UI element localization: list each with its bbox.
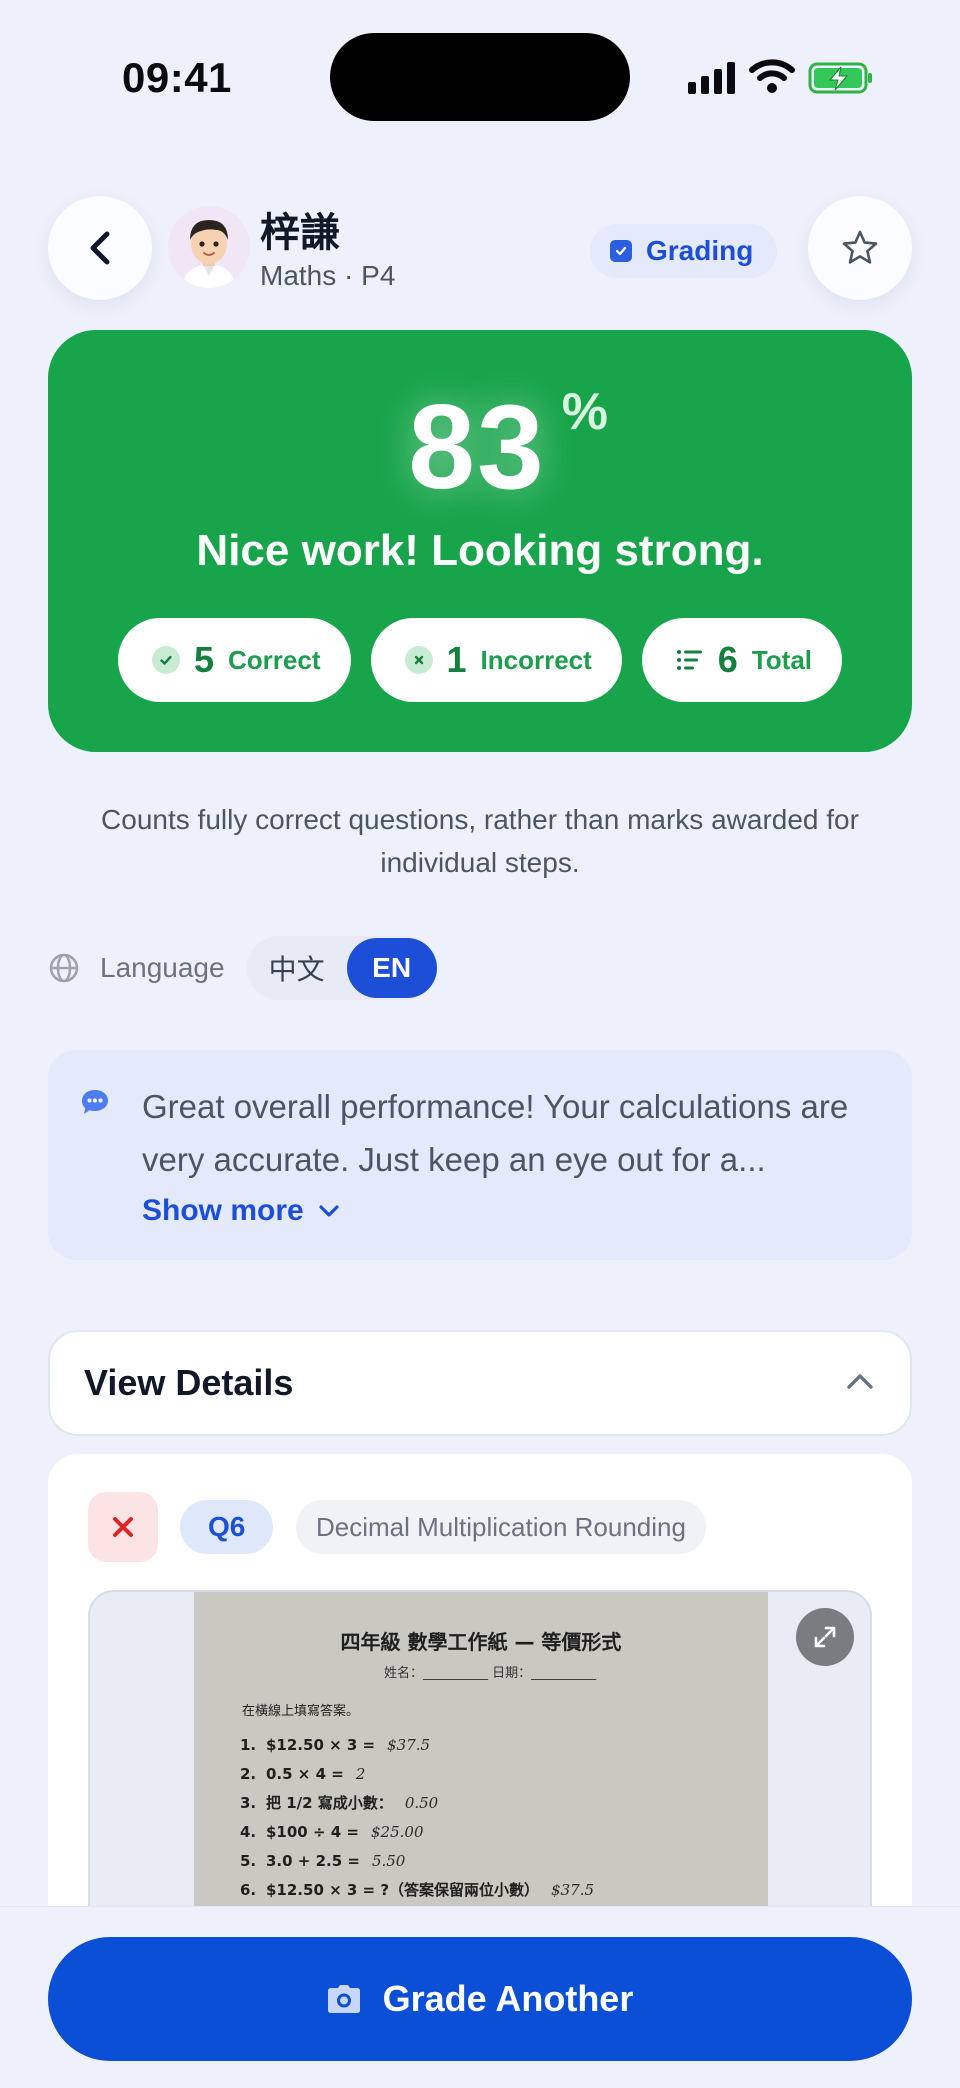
x-circle-icon [404,646,433,674]
view-details-toggle[interactable]: View Details [48,1330,912,1436]
dynamic-island [330,33,630,121]
worksheet-title: 四年級 數學工作紙 — 等價形式 [340,1630,622,1654]
total-pill: 6 Total [641,618,843,702]
student-subtitle: Maths · P4 [260,260,395,292]
language-row: Language 中文 EN [48,936,437,1000]
score-percent: 83 [408,380,546,514]
wifi-icon [749,59,795,93]
expand-icon [814,1626,836,1648]
item-question: 3.0 + 2.5 = [266,1851,360,1870]
expand-image-button[interactable] [796,1608,854,1666]
item-number: 6. [240,1880,257,1899]
feedback-card: Great overall performance! Your calculat… [48,1050,912,1260]
item-answer: $37.5 [551,1880,595,1899]
subject-label: Maths [260,260,337,291]
item-answer: 0.50 [404,1793,439,1812]
incorrect-count: 1 [446,639,467,680]
grading-label: Grading [646,235,754,266]
item-number: 1. [240,1735,257,1754]
percent-sign: % [561,383,610,441]
item-number: 4. [240,1822,257,1841]
score-card: 83% Nice work! Looking strong. 5 Correct… [48,330,912,752]
item-number: 3. [240,1793,257,1812]
view-details-title: View Details [84,1362,294,1403]
worksheet-item: 1. $12.50 × 3 = $37.5 [240,1730,760,1759]
item-question: $100 ÷ 4 = [266,1822,359,1841]
incorrect-label: Incorrect [480,644,592,675]
worksheet-item: 6. $12.50 × 3 = ?（答案保留兩位小數） $37.5 [240,1875,760,1904]
score-summary-pills: 5 Correct 1 Incorrect 6 Total [48,618,912,702]
status-bar: 09:41 [0,0,960,150]
student-name: 梓謙 [260,211,340,255]
subtitle-separator: · [344,260,354,291]
close-icon [113,1517,133,1537]
cellular-signal-icon [688,60,735,94]
grade-label: P4 [361,260,396,291]
language-option-zh[interactable]: 中文 [247,938,347,998]
item-number: 5. [240,1851,257,1870]
worksheet-instruction: 在橫線上填寫答案。 [242,1704,360,1719]
item-question: 0.5 × 4 = [266,1764,344,1783]
chevron-up-icon [847,1374,873,1389]
incorrect-pill: 1 Incorrect [370,618,622,702]
total-count: 6 [717,639,738,680]
question-number-badge: Q6 [180,1500,274,1554]
language-toggle: 中文 EN [246,936,437,1000]
worksheet-items: 1. $12.50 × 3 = $37.5 2. 0.5 × 4 = 2 3. 把 1/2… [240,1730,760,1904]
bottom-action-bar: Grade Another [0,1906,960,2088]
worksheet-name-line: 姓名：__________ 日期：__________ [384,1666,597,1681]
scoring-note: Counts fully correct questions, rather t… [101,804,859,878]
grading-status-badge: Grading [590,224,778,278]
show-more-label: Show more [142,1194,304,1227]
total-label: Total [751,644,813,675]
grade-another-label: Grade Another [382,1978,634,2019]
worksheet-item: 4. $100 ÷ 4 = $25.00 [240,1817,760,1846]
show-more-button[interactable]: Show more [142,1194,340,1228]
check-circle-icon [151,646,180,674]
item-question: $12.50 × 3 = [266,1735,376,1754]
header: 梓謙 Maths · P4 Grading [48,196,912,302]
language-label: Language [100,952,225,983]
worksheet-item: 3. 把 1/2 寫成小數： 0.50 [240,1788,760,1817]
feedback-text: Great overall performance! Your calculat… [142,1088,849,1178]
grade-another-button[interactable]: Grade Another [48,1937,912,2061]
status-time: 09:41 [122,54,232,101]
star-icon [842,230,878,264]
battery-charging-icon [808,62,872,94]
incorrect-badge [88,1492,158,1562]
worksheet-item: 2. 0.5 × 4 = 2 [240,1759,760,1788]
item-answer: 5.50 [371,1851,406,1870]
score-message: Nice work! Looking strong. [196,526,764,575]
chevron-down-icon [319,1205,339,1217]
score-display: 83% [48,378,912,516]
item-question: $12.50 × 3 = ?（答案保留兩位小數） [266,1881,540,1899]
worksheet-item: 5. 3.0 + 2.5 = 5.50 [240,1846,760,1875]
item-number: 2. [240,1764,257,1783]
item-answer: 2 [355,1764,366,1783]
correct-label: Correct [228,644,321,675]
chevron-left-icon [90,231,110,265]
question-topic-badge: Decimal Multiplication Rounding [296,1500,706,1554]
correct-count: 5 [193,639,215,680]
correct-pill: 5 Correct [117,618,351,702]
language-option-en[interactable]: EN [346,938,437,998]
list-icon [676,650,702,670]
camera-icon [327,1985,360,2013]
item-answer: $25.00 [371,1822,424,1841]
checkbox-icon [610,240,632,262]
item-question: 把 1/2 寫成小數： [266,1794,393,1812]
back-button[interactable] [48,196,152,300]
globe-icon [49,953,79,983]
student-avatar [168,206,250,288]
item-answer: $37.5 [387,1735,431,1754]
favorite-button[interactable] [808,196,912,300]
chat-bubble-icon [82,1090,108,1114]
